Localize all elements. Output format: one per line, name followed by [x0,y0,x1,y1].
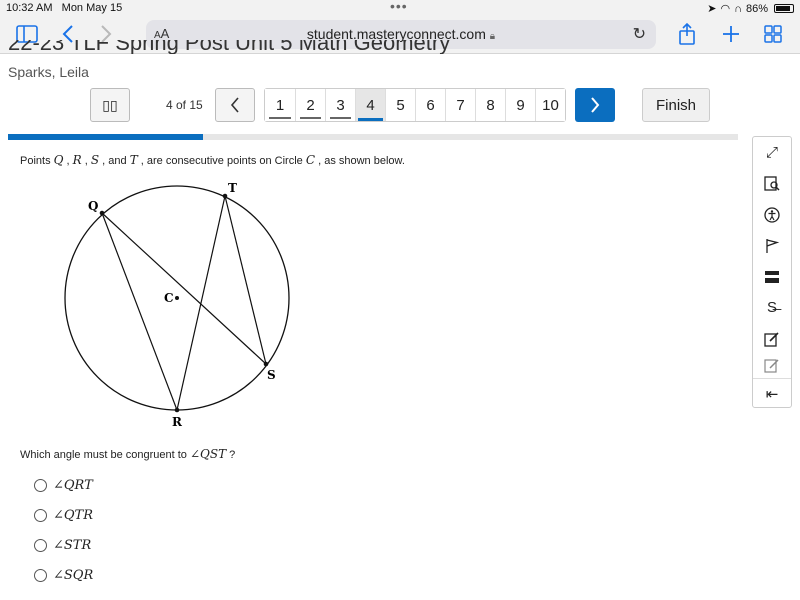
question-text-segment: Points [20,155,54,167]
answer-option-label: ∠SQR [53,568,94,583]
collapse-tools-icon[interactable]: ⇤ [753,378,791,409]
multitask-dots-icon[interactable]: ••• [390,0,408,14]
headphones-icon: ∩ [734,2,742,15]
segment-ts [224,195,267,365]
question-page-list: 1 2 3 4 5 6 7 8 9 10 [264,88,566,122]
lock-icon: 🔒︎ [489,31,496,42]
chevron-left-icon [230,97,239,113]
segment-qr [101,212,178,411]
next-question-button[interactable] [575,88,615,122]
answer-option[interactable]: ∠SQR [34,568,93,583]
assessment-title: 22-23 TLF Spring Post Unit 5 Math Geomet… [8,40,451,54]
finish-button[interactable]: Finish [642,88,710,122]
math-symbol: R [72,153,82,167]
answer-option-label: ∠QRT [53,478,93,493]
question-text-segment: , [81,155,91,167]
label-s: S [267,368,276,382]
accessibility-icon[interactable] [753,199,791,230]
tool-palette: ⤢ S̶ ⇤ [752,136,792,408]
radio-button[interactable] [34,569,47,582]
magnifier-icon[interactable] [753,168,791,199]
label-r: R [172,415,183,429]
radio-button[interactable] [34,539,47,552]
question-text-segment: , and [99,155,130,167]
battery-icon [774,4,794,13]
answer-option-label: ∠QTR [53,508,94,523]
flag-icon[interactable] [753,230,791,261]
math-symbol: Q [53,153,64,167]
question-text-segment: , as shown below. [315,155,405,167]
question-page-10[interactable]: 10 [535,89,565,121]
question-page-8[interactable]: 8 [475,89,505,121]
battery-percent: 86% [745,2,768,15]
math-symbol: T [129,153,138,167]
question-counter: 4 of 15 [166,98,203,112]
radio-button[interactable] [34,509,47,522]
highlighter-icon[interactable] [753,354,791,378]
math-symbol: S [90,153,100,167]
answer-option[interactable]: ∠STR [34,538,91,553]
question-page-4[interactable]: 4 [355,89,385,121]
point-c [175,296,179,300]
point-q [99,210,105,216]
location-icon: ➤ [707,3,717,15]
status-right: ➤ ◠ ∩ 86% [707,2,794,15]
previous-question-button[interactable] [215,88,255,122]
question-text-segment: , [63,155,73,167]
reload-icon[interactable]: ↻ [633,24,646,44]
answer-option[interactable]: ∠QRT [34,478,93,493]
question-text-segment: , are consecutive points on Circle [137,155,306,167]
chevron-right-icon [591,97,600,113]
math-symbol: ∠QST [189,447,227,461]
question-page-7[interactable]: 7 [445,89,475,121]
question-stem: Points Q , R , S , and T , are consecuti… [20,153,405,167]
question-page-1[interactable]: 1 [265,89,295,121]
notepad-icon[interactable] [753,323,791,354]
progress-bar [8,134,738,140]
new-tab-icon[interactable] [722,22,740,46]
question-page-5[interactable]: 5 [385,89,415,121]
question-navigation: ▯▯ 4 of 15 1 2 3 4 5 6 7 8 9 10 Finish [0,88,800,124]
segment-qs [101,212,267,365]
student-name: Sparks, Leila [8,64,89,80]
expand-icon[interactable]: ⤢ [753,137,791,168]
point-s [263,361,269,367]
answer-option-label: ∠STR [53,538,92,553]
strikethrough-icon[interactable]: S̶ [753,292,791,323]
point-t [222,193,228,199]
wifi-icon: ◠ [720,3,731,15]
question-page-3[interactable]: 3 [325,89,355,121]
tabs-overview-icon[interactable] [764,22,782,46]
question-page-9[interactable]: 9 [505,89,535,121]
question-text-segment: ? [226,449,236,461]
progress-fill [8,134,203,140]
point-r [174,407,180,413]
share-icon[interactable] [678,22,696,46]
radio-button[interactable] [34,479,47,492]
question-prompt: Which angle must be congruent to ∠QST ? [20,447,235,461]
circle-diagram: Q T S R C [64,181,290,429]
label-t: T [228,181,237,195]
line-reader-icon[interactable] [753,261,791,292]
question-page-2[interactable]: 2 [295,89,325,121]
question-page-6[interactable]: 6 [415,89,445,121]
pause-button[interactable]: ▯▯ [90,88,130,122]
answer-option[interactable]: ∠QTR [34,508,93,523]
status-bar: 10:32 AM Mon May 15 ••• ➤ ◠ ∩ 86% [0,0,800,16]
status-time: 10:32 AM Mon May 15 [6,2,123,14]
question-text-segment: Which angle must be congruent to [20,449,190,461]
math-symbol: C [305,153,316,167]
segment-rt [176,195,226,411]
label-q: Q [88,199,98,213]
pause-icon: ▯▯ [102,96,118,113]
label-c: C [164,291,174,305]
